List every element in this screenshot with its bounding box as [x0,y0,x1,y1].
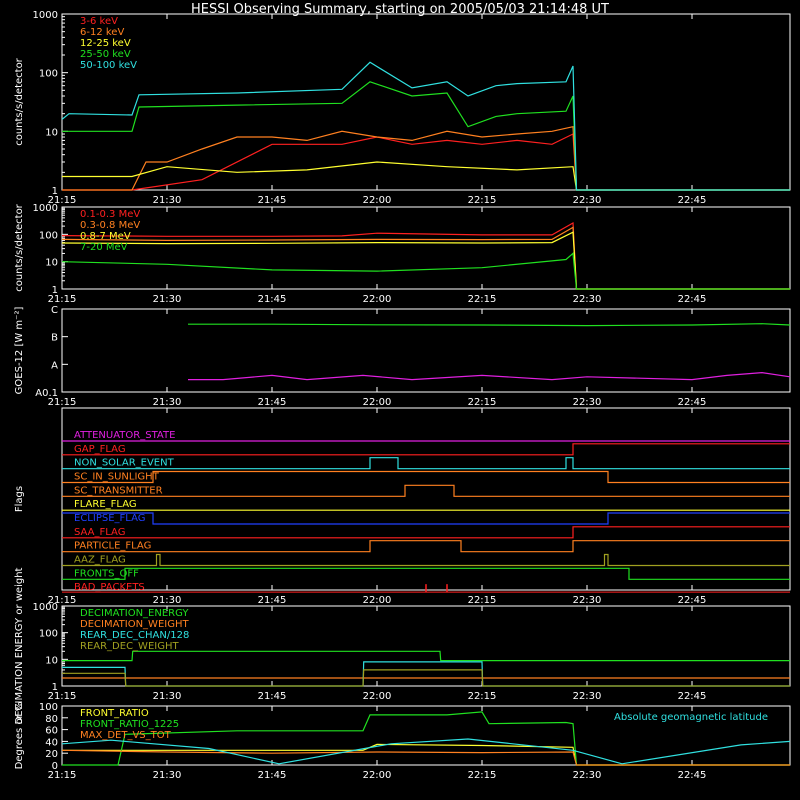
flag-label: BAD_PACKETS [74,582,145,593]
x-tick-label: 22:15 [468,691,497,702]
legend-entry: 7-20 MeV [80,242,128,253]
legend-entry: 0.8-7 MeV [80,231,131,242]
flag-label: FLARE_FLAG [74,499,137,510]
x-tick-label: 22:45 [678,595,707,606]
y-tick-label: 60 [45,726,58,737]
y-tick-label: 100 [39,230,58,241]
legend-entry: 6-12 keV [80,27,124,38]
x-tick-label: 21:30 [153,397,182,408]
y-tick-label: 10 [45,655,58,666]
y-axis-label: GOES-12 [W m⁻²] [14,307,25,395]
legend-entry: FRONT_RATIO [80,708,149,719]
legend-entry: 0.1-0.3 MeV [80,209,140,220]
x-tick-label: 22:00 [363,595,392,606]
x-tick-label: 21:30 [153,770,182,781]
y-tick-label: 0 [52,761,58,772]
y-tick-label: A0.1 [35,388,58,399]
y-tick-label: 80 [45,714,58,725]
legend-entry: REAR_DEC_WEIGHT [80,641,179,652]
y-tick-label: 1 [52,186,58,197]
y-tick-label: 100 [39,69,58,80]
y-tick-label: 100 [39,702,58,713]
flag-label: SAA_FLAG [74,527,125,538]
x-tick-label: 22:15 [468,294,497,305]
x-tick-label: 21:30 [153,294,182,305]
y-axis-label: counts/s/detector [14,203,25,291]
x-tick-label: 22:30 [573,595,602,606]
x-tick-label: 22:00 [363,294,392,305]
x-tick-label: 21:30 [153,595,182,606]
x-tick-label: 22:00 [363,397,392,408]
flag-label: SC_IN_SUNLIGHT [74,472,160,483]
flag-label: ECLIPSE_FLAG [74,513,145,524]
y-axis-label: DECIMATION ENERGY or weight [14,567,25,724]
x-tick-label: 22:15 [468,195,497,206]
flag-label: SC_TRANSMITTER [74,485,163,496]
y-tick-label: A [51,360,58,371]
y-tick-label: 1 [52,682,58,693]
x-tick-label: 22:45 [678,691,707,702]
x-tick-label: 22:00 [363,691,392,702]
x-tick-label: 22:15 [468,397,497,408]
legend-entry: 0.3-0.8 MeV [80,220,140,231]
x-tick-label: 22:00 [363,195,392,206]
x-tick-label: 22:30 [573,770,602,781]
x-tick-label: 21:45 [258,195,287,206]
x-tick-label: 22:15 [468,770,497,781]
x-tick-label: 22:00 [363,770,392,781]
x-tick-label: 21:30 [153,691,182,702]
x-tick-label: 21:30 [153,195,182,206]
legend-entry: 12-25 keV [80,38,131,49]
y-tick-label: C [51,305,58,316]
y-tick-label: 100 [39,629,58,640]
legend-entry: FRONT_RATIO_1225 [80,719,179,730]
legend-entry: 50-100 keV [80,60,137,71]
legend-entry: DECIMATION_WEIGHT [80,619,189,630]
legend-entry: 3-6 keV [80,16,118,27]
flag-label: NON_SOLAR_EVENT [74,458,175,469]
x-tick-label: 22:30 [573,294,602,305]
flag-label: ATTENUATOR_STATE [74,430,175,441]
observing-summary-figure: HESSI Observing Summary, starting on 200… [0,0,800,800]
figure-title: HESSI Observing Summary, starting on 200… [191,2,609,17]
x-tick-label: 22:30 [573,397,602,408]
x-tick-label: 21:45 [258,595,287,606]
x-tick-label: 22:45 [678,294,707,305]
legend-entry: MAX_DET_VS_TOT [80,730,172,741]
y-axis-label: counts/s/detector [14,57,25,145]
flag-label: FRONTS_OFF [74,568,139,579]
y-tick-label: 1000 [33,203,58,214]
x-tick-label: 22:30 [573,195,602,206]
x-tick-label: 21:45 [258,691,287,702]
y-tick-label: 1000 [33,602,58,613]
x-tick-label: 22:15 [468,595,497,606]
legend-entry: REAR_DEC_CHAN/128 [80,630,189,641]
y-axis-label: Degrees or % [14,702,25,770]
x-tick-label: 21:45 [258,294,287,305]
x-tick-label: 22:45 [678,195,707,206]
x-tick-label: 22:45 [678,397,707,408]
flag-label: AAZ_FLAG [74,555,126,566]
legend-entry: DECIMATION_ENERGY [80,608,189,619]
y-tick-label: 1 [52,285,58,296]
panel-annotation: Absolute geomagnetic latitude [614,712,768,723]
x-tick-label: 22:45 [678,770,707,781]
flag-label: GAP_FLAG [74,444,126,455]
x-tick-label: 21:45 [258,397,287,408]
y-tick-label: 40 [45,737,58,748]
y-tick-label: 10 [45,127,58,138]
x-tick-label: 22:30 [573,691,602,702]
y-tick-label: B [51,333,58,344]
y-tick-label: 10 [45,258,58,269]
y-tick-label: 1000 [33,10,58,21]
y-tick-label: 20 [45,749,58,760]
legend-entry: 25-50 keV [80,49,131,60]
x-tick-label: 21:45 [258,770,287,781]
flag-label: PARTICLE_FLAG [74,541,151,552]
y-axis-label: Flags [14,486,25,512]
